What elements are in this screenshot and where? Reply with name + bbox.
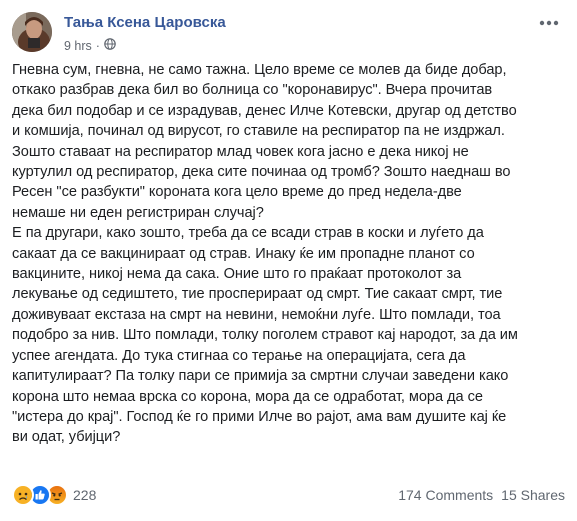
sad-reaction-icon <box>12 484 34 506</box>
post-body-text: Гневна сум, гневна, не само тажна. Цело … <box>12 62 518 446</box>
post-footer: 228 174 Comments 15 Shares <box>12 483 565 507</box>
reaction-count[interactable]: 228 <box>73 487 96 503</box>
author-avatar[interactable] <box>12 12 52 52</box>
post-meta: 9 hrs · <box>64 38 116 53</box>
more-horizontal-icon[interactable] <box>537 16 561 30</box>
author-name[interactable]: Тања Ксена Царовска <box>64 14 226 31</box>
shares-count-link[interactable]: 15 Shares <box>501 487 565 503</box>
engagement-stats: 174 Comments 15 Shares <box>398 487 565 503</box>
globe-icon <box>104 38 116 53</box>
time-separator: · <box>95 38 100 53</box>
post-header: Тања Ксена Царовска 9 hrs · <box>12 8 565 56</box>
comments-count-link[interactable]: 174 Comments <box>398 487 493 503</box>
facebook-post: Тања Ксена Царовска 9 hrs · Гневна сум, … <box>0 0 577 521</box>
post-time[interactable]: 9 hrs <box>64 39 92 53</box>
reactions-summary[interactable]: 228 <box>12 484 96 506</box>
